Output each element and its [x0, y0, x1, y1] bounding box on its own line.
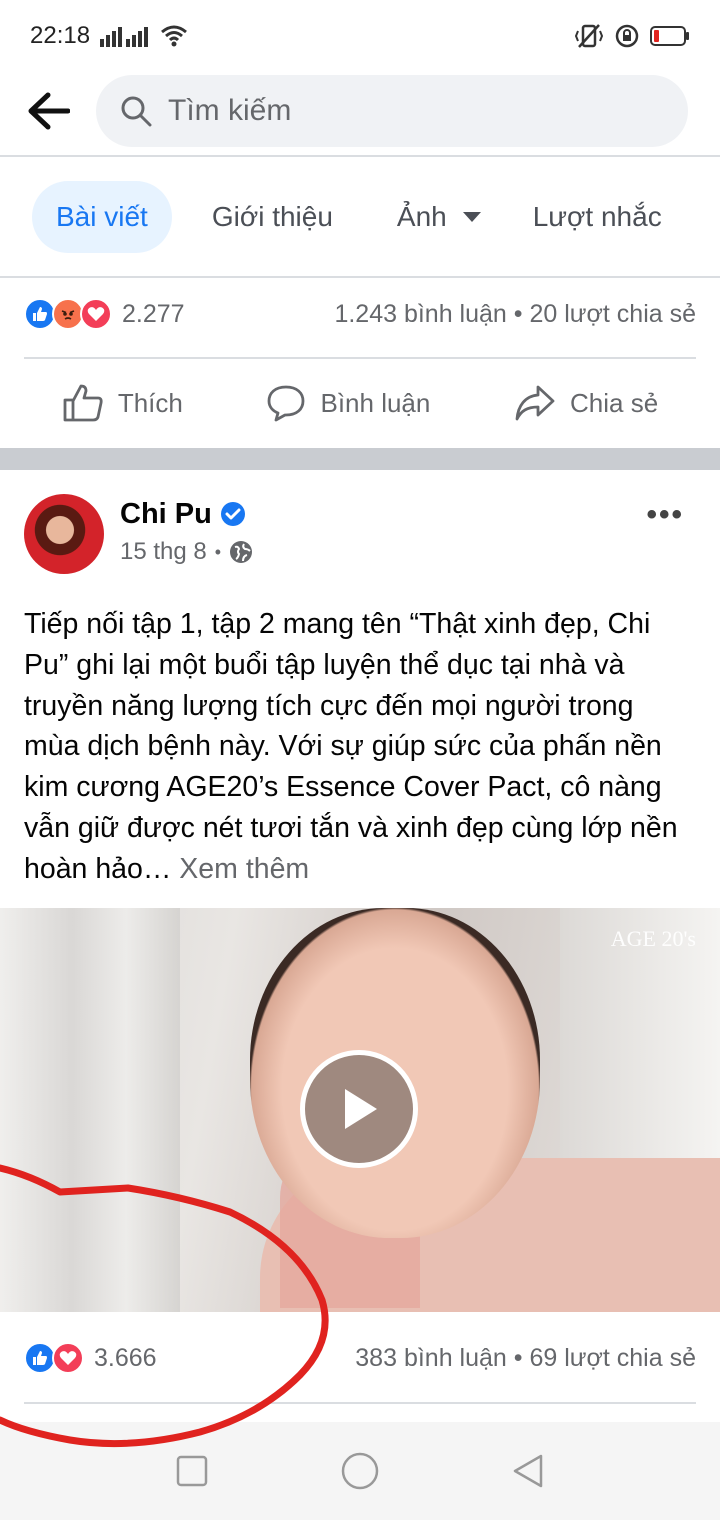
love-reaction-icon: [52, 1342, 84, 1374]
search-icon: [121, 96, 152, 127]
search-row: Tìm kiếm: [0, 66, 720, 156]
love-reaction-icon: [80, 298, 112, 330]
post-reaction-summary[interactable]: 3.666: [24, 1342, 157, 1374]
search-placeholder: Tìm kiếm: [168, 94, 292, 127]
recents-square-icon[interactable]: [176, 1455, 208, 1487]
dot-separator-icon: •: [214, 541, 222, 562]
home-circle-icon[interactable]: [341, 1452, 379, 1490]
verified-badge-icon: [220, 502, 245, 526]
search-input[interactable]: Tìm kiếm: [96, 75, 688, 147]
tab-mentions[interactable]: Lượt nhắc: [521, 181, 686, 253]
thumbs-up-icon: [63, 384, 103, 422]
author-avatar[interactable]: [24, 494, 104, 574]
status-left: 22:18: [30, 22, 188, 50]
post-more-options-icon[interactable]: •••: [646, 498, 684, 532]
date-line: 15 thg 8 •: [120, 538, 253, 566]
tab-photos-label: Ảnh: [396, 201, 447, 232]
tab-photos[interactable]: Ảnh: [373, 181, 505, 253]
back-triangle-icon[interactable]: [512, 1453, 544, 1489]
tabs-divider: [0, 276, 720, 278]
like-button[interactable]: Thích: [62, 383, 183, 423]
tab-posts-label: Bài viết: [56, 201, 148, 232]
prev-post-stats-divider: [24, 357, 696, 359]
back-button[interactable]: [0, 66, 96, 156]
tab-posts[interactable]: Bài viết: [32, 181, 172, 253]
caret-down-icon: [462, 212, 481, 222]
header-divider: [0, 155, 720, 157]
post-stats-divider: [24, 1402, 696, 1404]
share-button[interactable]: Chia sẻ: [514, 384, 658, 422]
vibrate-icon: [574, 24, 604, 48]
post-video[interactable]: AGE 20's: [0, 908, 720, 1312]
prev-post-stats[interactable]: 1.243 bình luận • 20 lượt chia sẻ: [334, 300, 696, 329]
comment-label: Bình luận: [320, 387, 431, 418]
prev-post-reactions: 2.277 1.243 bình luận • 20 lượt chia sẻ: [24, 292, 696, 336]
status-time: 22:18: [30, 22, 91, 49]
author-line: Chi Pu: [120, 494, 253, 534]
globe-icon: [230, 541, 253, 563]
post-stats[interactable]: 383 bình luận • 69 lượt chia sẻ: [355, 1344, 696, 1373]
prev-reaction-summary[interactable]: 2.277: [24, 298, 185, 330]
share-label: Chia sẻ: [570, 387, 659, 418]
comment-icon: [268, 385, 305, 422]
profile-tabs: Bài viết Giới thiệu Ảnh Lượt nhắc: [0, 180, 720, 254]
system-nav-bar: [0, 1422, 720, 1520]
play-button[interactable]: [300, 1050, 418, 1168]
post-text: Tiếp nối tập 1, tập 2 mang tên “Thật xin…: [24, 604, 696, 890]
tab-mentions-label: Lượt nhắc: [532, 201, 662, 232]
prev-reaction-count: 2.277: [122, 299, 185, 328]
tab-about[interactable]: Giới thiệu: [188, 181, 357, 253]
wifi-icon: [161, 25, 188, 47]
lock-rotation-icon: [615, 24, 639, 48]
signal-icon: [100, 27, 149, 47]
play-icon: [345, 1089, 377, 1129]
back-arrow-icon: [28, 92, 70, 130]
author-name[interactable]: Chi Pu: [120, 498, 212, 531]
feed-separator: [0, 448, 720, 470]
video-background: [0, 908, 180, 1312]
like-label: Thích: [117, 387, 183, 418]
post-reactions: 3.666 383 bình luận • 69 lượt chia sẻ: [24, 1336, 696, 1380]
prev-post-actions: Thích Bình luận Chia sẻ: [0, 360, 720, 446]
post-header: Chi Pu 15 thg 8 • •••: [24, 494, 696, 576]
comment-button[interactable]: Bình luận: [266, 383, 430, 423]
post-date[interactable]: 15 thg 8: [120, 538, 207, 566]
post-body: Tiếp nối tập 1, tập 2 mang tên “Thật xin…: [24, 608, 678, 885]
status-right: [574, 23, 690, 49]
status-bar: 22:18: [0, 0, 720, 72]
see-more-link[interactable]: Xem thêm: [179, 853, 309, 885]
battery-icon: [650, 26, 689, 46]
post-meta: Chi Pu 15 thg 8 •: [120, 494, 253, 566]
share-icon: [515, 385, 555, 421]
tab-about-label: Giới thiệu: [211, 201, 333, 232]
post-reaction-count: 3.666: [94, 1343, 157, 1372]
video-watermark: AGE 20's: [610, 926, 696, 951]
